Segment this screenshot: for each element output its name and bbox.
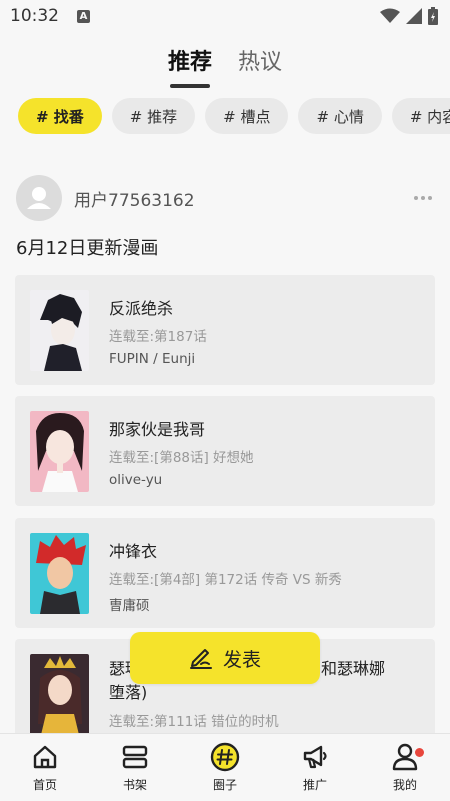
nav-promote[interactable]: 推广 [280, 742, 350, 793]
chip-find[interactable]: # 找番 [18, 98, 102, 134]
comic-episode: 连载至:[第88话] 好想她 [109, 450, 254, 466]
nav-home-label: 首页 [32, 778, 57, 792]
comic-author: 曺庸硕 [109, 598, 150, 614]
notification-a-icon: A [77, 9, 90, 23]
nav-mine[interactable]: 我的 [370, 742, 440, 793]
comic-title: 那家伙是我哥 [109, 420, 206, 439]
nav-circle-label: 圈子 [212, 778, 237, 792]
nav-circle[interactable]: 圈子 [190, 742, 260, 793]
notification-badge [415, 748, 424, 757]
comic-cover [30, 654, 89, 739]
home-icon [30, 742, 60, 772]
battery-icon [428, 7, 438, 25]
avatar[interactable] [16, 175, 62, 221]
bottom-nav: 首页 书架 圈子 推广 我的 [0, 733, 450, 801]
comic-card[interactable]: 反派绝杀 连载至:第187话 FUPIN / Eunji [15, 275, 435, 385]
comic-author: FUPIN / Eunji [109, 351, 196, 367]
status-icons [380, 7, 438, 25]
chip-complaint[interactable]: # 槽点 [205, 98, 289, 134]
publish-button[interactable]: 发表 [130, 632, 320, 684]
user-icon [390, 742, 420, 772]
chip-recommend[interactable]: # 推荐 [111, 98, 196, 134]
top-tabs: 推荐 热议 [0, 40, 450, 90]
comic-card[interactable]: 冲锋衣 连载至:[第4部] 第172话 传奇 VS 新秀 曺庸硕 [15, 518, 435, 628]
comic-cover [30, 290, 89, 371]
comic-card[interactable]: 那家伙是我哥 连载至:[第88话] 好想她 olive-yu [15, 396, 435, 506]
nav-mine-label: 我的 [392, 778, 417, 792]
comic-title: 冲锋衣 [109, 542, 158, 561]
comic-author: olive-yu [109, 472, 163, 488]
tab-recommend-label: 推荐 [167, 50, 212, 75]
nav-bookshelf[interactable]: 书架 [100, 742, 170, 793]
comic-episode: 连载至:第111话 错位的时机 [109, 714, 279, 730]
active-tab-indicator [169, 84, 210, 88]
post-header: 用户77563162 [16, 175, 434, 221]
circle-hash-icon [210, 742, 240, 772]
chip-content[interactable]: # 内容 [391, 98, 450, 134]
comic-cover [30, 411, 89, 492]
megaphone-icon [300, 742, 330, 772]
wifi-icon [380, 8, 400, 23]
status-bar: 10:32 A [0, 0, 450, 32]
tab-hot-discussion-label: 热议 [238, 50, 283, 75]
topic-chips: # 找番 # 推荐 # 槽点 # 心情 # 内容 [18, 98, 450, 134]
nav-promote-label: 推广 [302, 778, 327, 792]
tab-recommend[interactable]: 推荐 [167, 40, 212, 88]
chip-mood[interactable]: # 心情 [298, 98, 382, 134]
default-avatar-icon [27, 187, 51, 209]
status-time: 10:32 [10, 6, 59, 26]
comic-title-part2: 和瑟琳娜 [321, 659, 386, 678]
username[interactable]: 用户77563162 [74, 186, 195, 211]
comic-episode: 连载至:[第4部] 第172话 传奇 VS 新秀 [109, 572, 342, 588]
comic-cover [30, 533, 89, 614]
comic-episode: 连载至:第187话 [109, 329, 207, 345]
more-options-icon[interactable] [412, 190, 434, 206]
nav-bookshelf-label: 书架 [122, 778, 147, 792]
post-text: 6月12日更新漫画 [16, 238, 159, 259]
tab-hot-discussion[interactable]: 热议 [238, 40, 282, 76]
nav-home[interactable]: 首页 [10, 742, 80, 793]
bookshelf-icon [120, 742, 150, 772]
publish-label: 发表 [222, 648, 261, 671]
write-icon [189, 649, 212, 669]
signal-icon [406, 8, 422, 24]
comic-title: 反派绝杀 [109, 299, 174, 318]
